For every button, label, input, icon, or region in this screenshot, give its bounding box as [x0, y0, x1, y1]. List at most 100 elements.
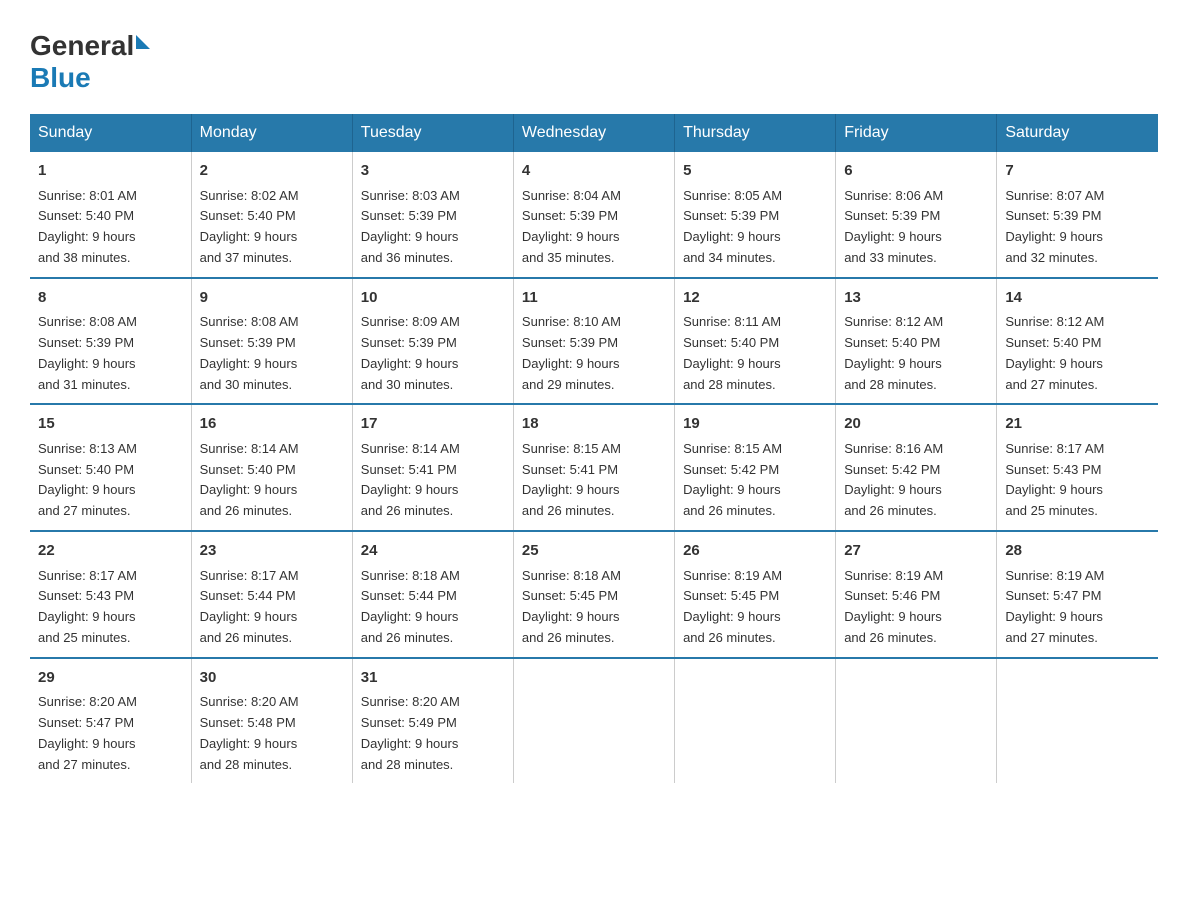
day-cell: 8 Sunrise: 8:08 AMSunset: 5:39 PMDayligh… [30, 278, 191, 405]
day-info: Sunrise: 8:14 AMSunset: 5:40 PMDaylight:… [200, 441, 299, 518]
day-cell: 12 Sunrise: 8:11 AMSunset: 5:40 PMDaylig… [675, 278, 836, 405]
weekday-header-thursday: Thursday [675, 114, 836, 152]
weekday-header-sunday: Sunday [30, 114, 191, 152]
day-info: Sunrise: 8:01 AMSunset: 5:40 PMDaylight:… [38, 188, 137, 265]
day-info: Sunrise: 8:11 AMSunset: 5:40 PMDaylight:… [683, 314, 781, 391]
day-info: Sunrise: 8:02 AMSunset: 5:40 PMDaylight:… [200, 188, 299, 265]
day-number: 12 [683, 287, 827, 310]
day-cell: 22 Sunrise: 8:17 AMSunset: 5:43 PMDaylig… [30, 531, 191, 658]
day-number: 9 [200, 287, 344, 310]
day-info: Sunrise: 8:17 AMSunset: 5:44 PMDaylight:… [200, 568, 299, 645]
weekday-header-monday: Monday [191, 114, 352, 152]
day-cell: 26 Sunrise: 8:19 AMSunset: 5:45 PMDaylig… [675, 531, 836, 658]
calendar-header: SundayMondayTuesdayWednesdayThursdayFrid… [30, 114, 1158, 152]
day-info: Sunrise: 8:19 AMSunset: 5:47 PMDaylight:… [1005, 568, 1104, 645]
day-cell: 15 Sunrise: 8:13 AMSunset: 5:40 PMDaylig… [30, 404, 191, 531]
day-number: 18 [522, 413, 666, 436]
day-cell [513, 658, 674, 784]
day-number: 20 [844, 413, 988, 436]
day-number: 5 [683, 160, 827, 183]
day-number: 10 [361, 287, 505, 310]
day-cell: 18 Sunrise: 8:15 AMSunset: 5:41 PMDaylig… [513, 404, 674, 531]
day-cell: 13 Sunrise: 8:12 AMSunset: 5:40 PMDaylig… [836, 278, 997, 405]
weekday-header-tuesday: Tuesday [352, 114, 513, 152]
day-number: 2 [200, 160, 344, 183]
day-cell: 31 Sunrise: 8:20 AMSunset: 5:49 PMDaylig… [352, 658, 513, 784]
day-number: 29 [38, 667, 183, 690]
day-cell: 27 Sunrise: 8:19 AMSunset: 5:46 PMDaylig… [836, 531, 997, 658]
day-number: 27 [844, 540, 988, 563]
day-number: 21 [1005, 413, 1150, 436]
day-cell: 5 Sunrise: 8:05 AMSunset: 5:39 PMDayligh… [675, 152, 836, 278]
day-number: 28 [1005, 540, 1150, 563]
day-info: Sunrise: 8:12 AMSunset: 5:40 PMDaylight:… [844, 314, 943, 391]
day-info: Sunrise: 8:20 AMSunset: 5:49 PMDaylight:… [361, 694, 460, 771]
day-info: Sunrise: 8:08 AMSunset: 5:39 PMDaylight:… [38, 314, 137, 391]
day-info: Sunrise: 8:03 AMSunset: 5:39 PMDaylight:… [361, 188, 460, 265]
day-number: 3 [361, 160, 505, 183]
day-info: Sunrise: 8:07 AMSunset: 5:39 PMDaylight:… [1005, 188, 1104, 265]
day-number: 14 [1005, 287, 1150, 310]
day-info: Sunrise: 8:17 AMSunset: 5:43 PMDaylight:… [1005, 441, 1104, 518]
day-cell: 24 Sunrise: 8:18 AMSunset: 5:44 PMDaylig… [352, 531, 513, 658]
day-number: 1 [38, 160, 183, 183]
day-cell: 7 Sunrise: 8:07 AMSunset: 5:39 PMDayligh… [997, 152, 1158, 278]
day-number: 25 [522, 540, 666, 563]
weekday-header-friday: Friday [836, 114, 997, 152]
day-number: 19 [683, 413, 827, 436]
day-info: Sunrise: 8:17 AMSunset: 5:43 PMDaylight:… [38, 568, 137, 645]
week-row-3: 15 Sunrise: 8:13 AMSunset: 5:40 PMDaylig… [30, 404, 1158, 531]
day-number: 17 [361, 413, 505, 436]
day-number: 16 [200, 413, 344, 436]
day-cell: 20 Sunrise: 8:16 AMSunset: 5:42 PMDaylig… [836, 404, 997, 531]
day-info: Sunrise: 8:20 AMSunset: 5:47 PMDaylight:… [38, 694, 137, 771]
day-cell: 29 Sunrise: 8:20 AMSunset: 5:47 PMDaylig… [30, 658, 191, 784]
day-number: 26 [683, 540, 827, 563]
day-number: 24 [361, 540, 505, 563]
weekday-header-saturday: Saturday [997, 114, 1158, 152]
day-number: 30 [200, 667, 344, 690]
day-info: Sunrise: 8:10 AMSunset: 5:39 PMDaylight:… [522, 314, 621, 391]
logo-triangle-icon [136, 35, 150, 49]
day-cell [675, 658, 836, 784]
day-cell: 14 Sunrise: 8:12 AMSunset: 5:40 PMDaylig… [997, 278, 1158, 405]
day-cell: 9 Sunrise: 8:08 AMSunset: 5:39 PMDayligh… [191, 278, 352, 405]
day-number: 23 [200, 540, 344, 563]
day-info: Sunrise: 8:06 AMSunset: 5:39 PMDaylight:… [844, 188, 943, 265]
day-cell: 28 Sunrise: 8:19 AMSunset: 5:47 PMDaylig… [997, 531, 1158, 658]
day-info: Sunrise: 8:19 AMSunset: 5:46 PMDaylight:… [844, 568, 943, 645]
day-info: Sunrise: 8:20 AMSunset: 5:48 PMDaylight:… [200, 694, 299, 771]
logo: General Blue [30, 30, 150, 94]
day-number: 8 [38, 287, 183, 310]
page-header: General Blue [30, 30, 1158, 94]
day-info: Sunrise: 8:15 AMSunset: 5:41 PMDaylight:… [522, 441, 621, 518]
calendar-table: SundayMondayTuesdayWednesdayThursdayFrid… [30, 114, 1158, 783]
day-number: 4 [522, 160, 666, 183]
day-cell [836, 658, 997, 784]
day-number: 22 [38, 540, 183, 563]
weekday-header-wednesday: Wednesday [513, 114, 674, 152]
day-info: Sunrise: 8:18 AMSunset: 5:45 PMDaylight:… [522, 568, 621, 645]
day-cell: 6 Sunrise: 8:06 AMSunset: 5:39 PMDayligh… [836, 152, 997, 278]
day-cell: 2 Sunrise: 8:02 AMSunset: 5:40 PMDayligh… [191, 152, 352, 278]
day-info: Sunrise: 8:14 AMSunset: 5:41 PMDaylight:… [361, 441, 460, 518]
day-info: Sunrise: 8:13 AMSunset: 5:40 PMDaylight:… [38, 441, 137, 518]
day-cell: 10 Sunrise: 8:09 AMSunset: 5:39 PMDaylig… [352, 278, 513, 405]
day-cell: 23 Sunrise: 8:17 AMSunset: 5:44 PMDaylig… [191, 531, 352, 658]
day-number: 31 [361, 667, 505, 690]
day-info: Sunrise: 8:16 AMSunset: 5:42 PMDaylight:… [844, 441, 943, 518]
day-info: Sunrise: 8:08 AMSunset: 5:39 PMDaylight:… [200, 314, 299, 391]
day-cell: 16 Sunrise: 8:14 AMSunset: 5:40 PMDaylig… [191, 404, 352, 531]
day-number: 11 [522, 287, 666, 310]
day-number: 13 [844, 287, 988, 310]
day-cell: 17 Sunrise: 8:14 AMSunset: 5:41 PMDaylig… [352, 404, 513, 531]
day-info: Sunrise: 8:15 AMSunset: 5:42 PMDaylight:… [683, 441, 782, 518]
day-info: Sunrise: 8:09 AMSunset: 5:39 PMDaylight:… [361, 314, 460, 391]
day-cell: 11 Sunrise: 8:10 AMSunset: 5:39 PMDaylig… [513, 278, 674, 405]
logo-general-text: General [30, 30, 134, 62]
day-cell: 4 Sunrise: 8:04 AMSunset: 5:39 PMDayligh… [513, 152, 674, 278]
weekday-row: SundayMondayTuesdayWednesdayThursdayFrid… [30, 114, 1158, 152]
day-cell [997, 658, 1158, 784]
day-cell: 21 Sunrise: 8:17 AMSunset: 5:43 PMDaylig… [997, 404, 1158, 531]
day-number: 6 [844, 160, 988, 183]
